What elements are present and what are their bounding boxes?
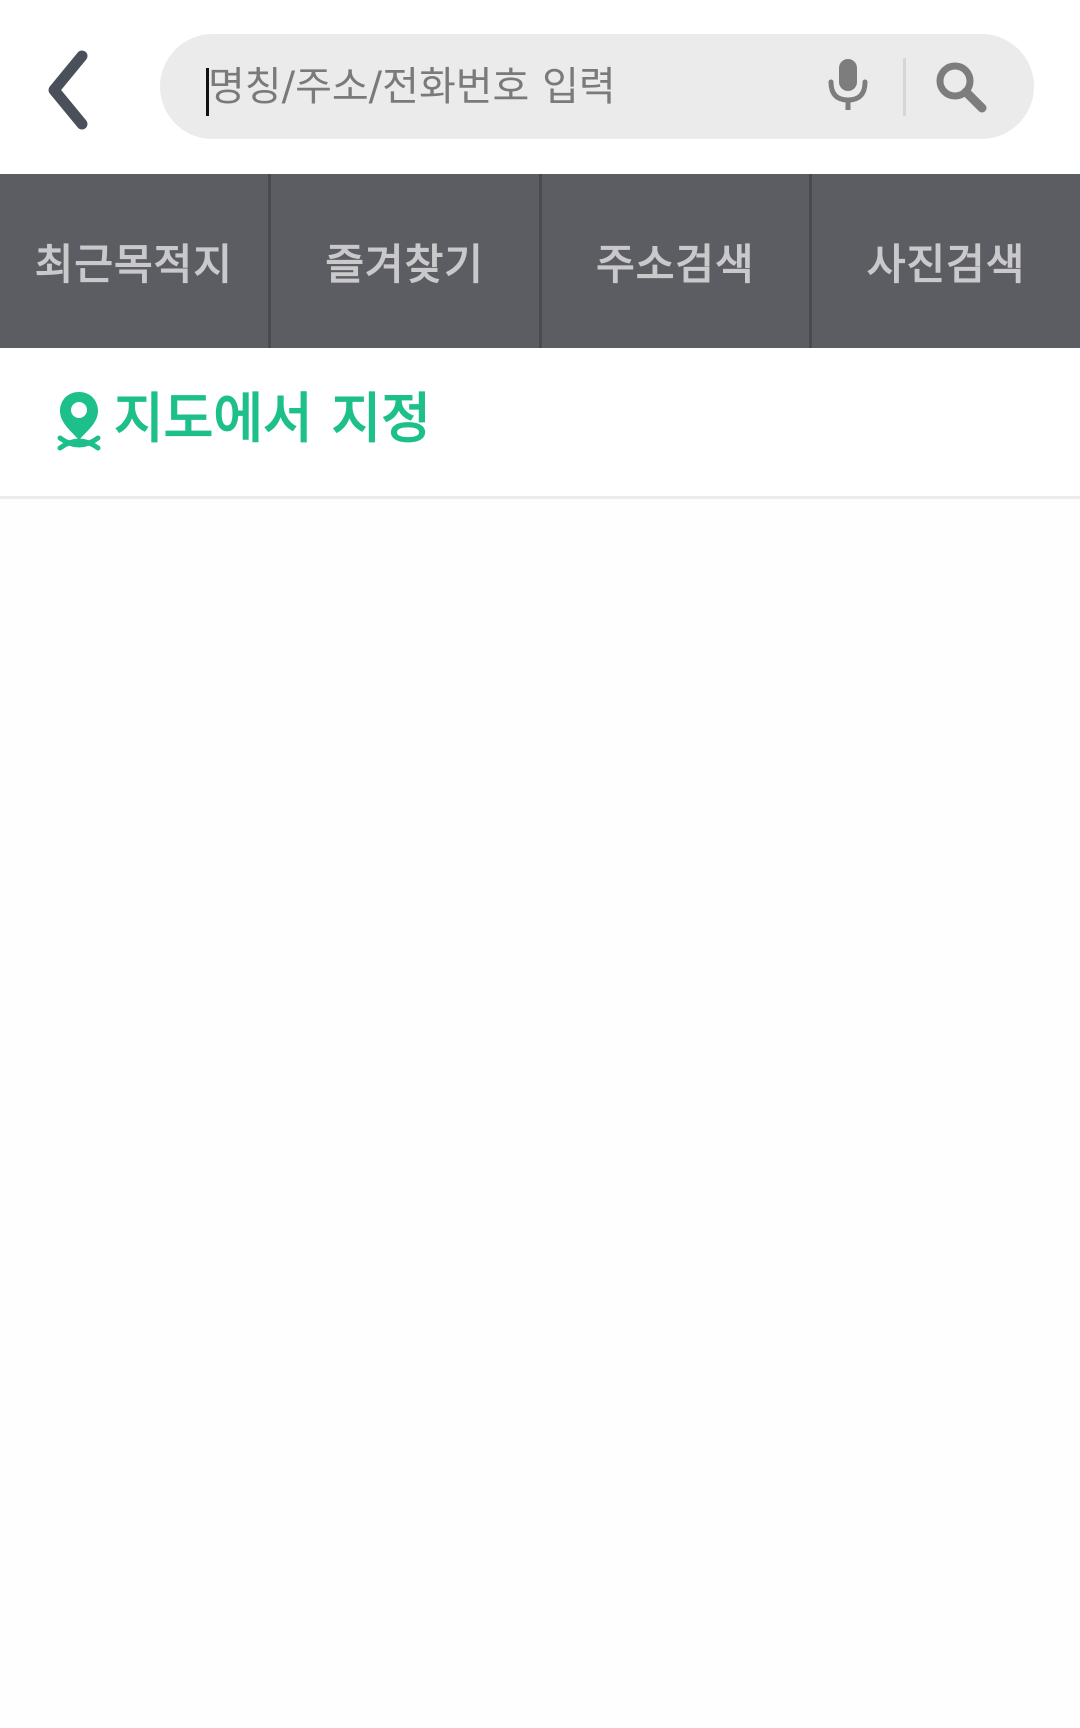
search-button[interactable] [930,56,992,118]
select-on-map-button[interactable]: 지도에서 지정 [0,348,1080,499]
tab-recent-destinations[interactable]: 최근목적지 [0,174,271,348]
chevron-left-icon [48,50,88,130]
map-pin-icon [57,392,101,451]
tab-label: 즐겨찾기 [325,239,484,289]
tab-label: 주소검색 [596,239,755,289]
tab-address-search[interactable]: 주소검색 [542,174,813,348]
text-cursor [206,68,209,116]
microphone-icon [828,59,868,110]
tab-photo-search[interactable]: 사진검색 [812,174,1080,348]
tab-label: 사진검색 [866,239,1026,289]
search-divider [903,58,906,116]
voice-search-button[interactable] [820,56,876,116]
search-box [160,34,1034,139]
tab-bar: 최근목적지 즐겨찾기 주소검색 사진검색 [0,174,1080,348]
back-button[interactable] [40,44,112,134]
select-on-map-label: 지도에서 지정 [114,387,431,450]
search-input[interactable] [204,54,924,120]
results-area [0,499,1080,1728]
search-header [0,0,1080,174]
tab-favorites[interactable]: 즐겨찾기 [271,174,542,348]
tab-label: 최근목적지 [34,239,233,289]
magnifier-icon [936,62,987,113]
app-screen: 최근목적지 즐겨찾기 주소검색 사진검색 지도에서 지정 [0,0,1080,1728]
